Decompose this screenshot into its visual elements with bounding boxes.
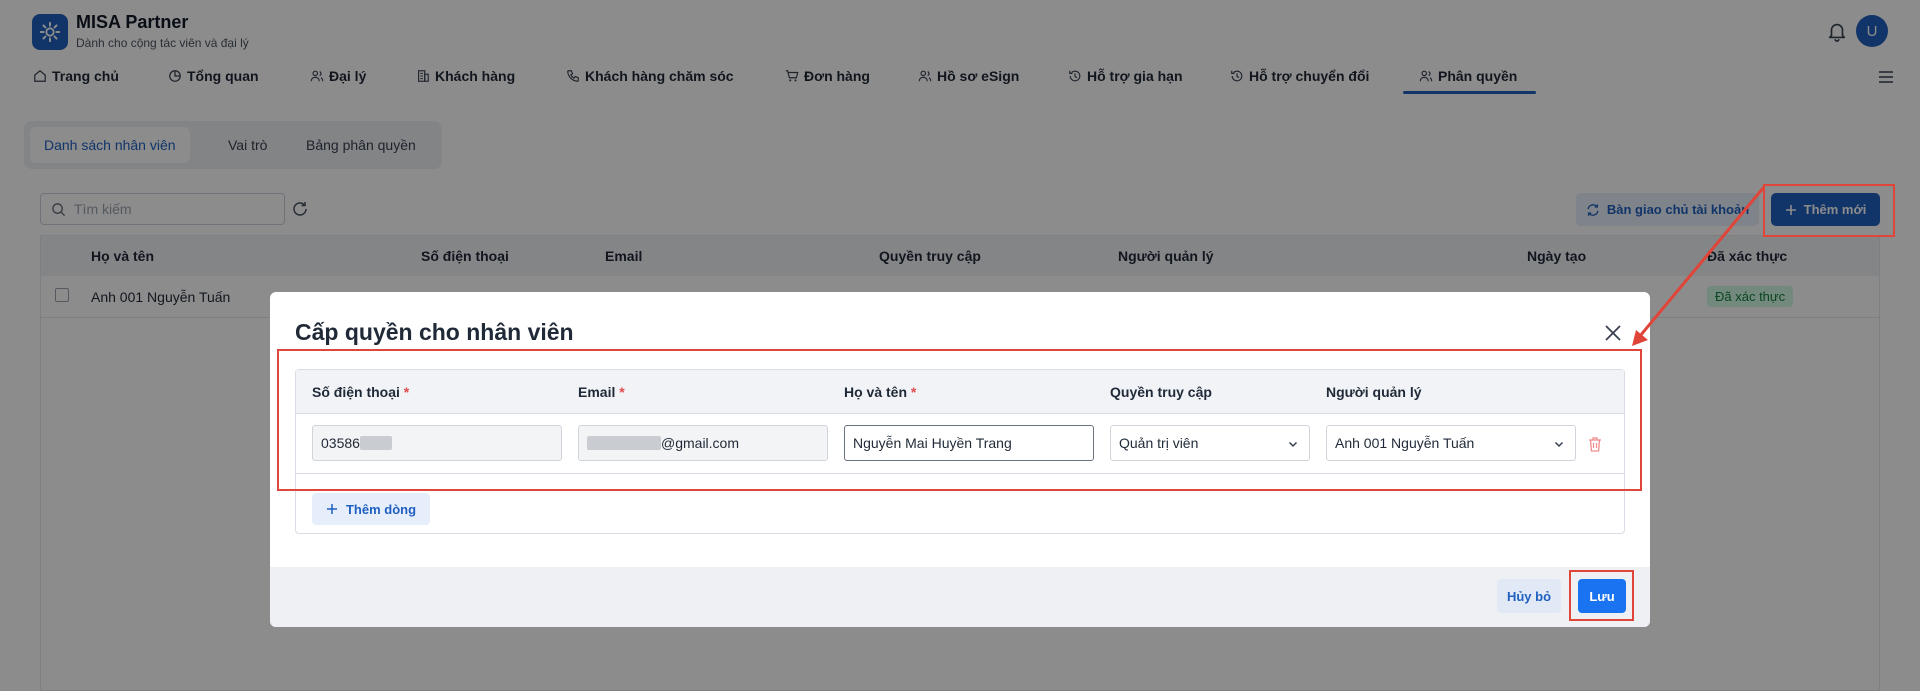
- close-icon[interactable]: [1604, 324, 1622, 342]
- modal-footer: Hủy bỏ Lưu: [270, 567, 1650, 627]
- highlight-add-new: [1763, 184, 1895, 237]
- modal-title: Cấp quyền cho nhân viên: [295, 319, 574, 345]
- plus-icon: [326, 504, 337, 514]
- add-row-button[interactable]: Thêm dòng: [312, 493, 430, 525]
- add-row-label: Thêm dòng: [345, 501, 417, 517]
- cancel-button[interactable]: Hủy bỏ: [1497, 579, 1561, 613]
- highlight-grid-row: [277, 349, 1642, 491]
- highlight-save: [1569, 570, 1634, 621]
